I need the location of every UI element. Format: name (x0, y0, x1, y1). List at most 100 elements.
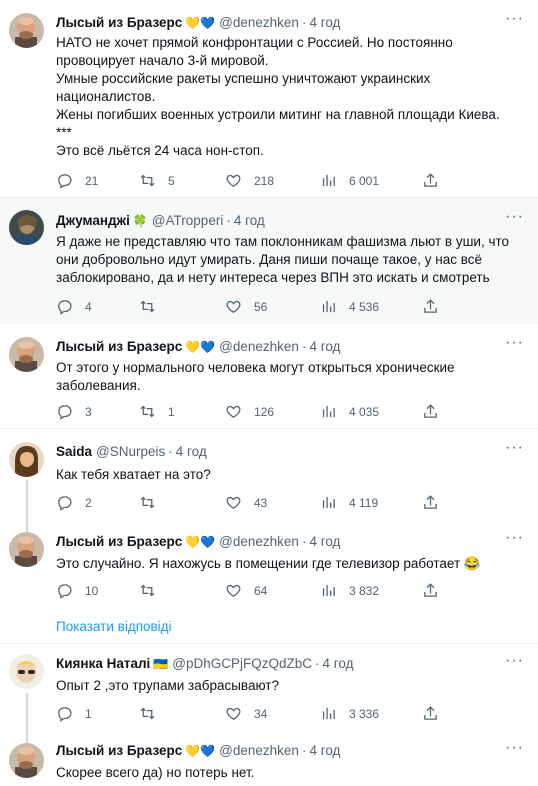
timestamp[interactable]: 4 год (309, 534, 340, 549)
author-handle[interactable]: @denezhken (219, 534, 299, 549)
reply-button[interactable]: 1 (56, 705, 92, 722)
more-icon[interactable]: ··· (505, 529, 524, 547)
share-button[interactable] (422, 494, 439, 511)
avatar[interactable] (9, 210, 44, 245)
tweet[interactable]: Джуманджі 🍀 @ATropperi · 4 год ··· Я даж… (0, 198, 538, 323)
like-icon (226, 405, 241, 418)
like-button[interactable]: 126 (225, 403, 274, 420)
author-handle[interactable]: @pDhGCPjFQzQdZbC (172, 656, 312, 671)
tweet[interactable]: Лысый из Бразерс 💛💙 @denezhken · 4 год ·… (0, 0, 538, 197)
more-icon[interactable]: ··· (505, 208, 524, 226)
timestamp[interactable]: 4 год (322, 656, 353, 671)
more-icon[interactable]: ··· (505, 652, 524, 670)
tweet[interactable]: Лысый из Бразерс 💛💙 @denezhken · 4 год ·… (0, 737, 538, 786)
retweet-icon (140, 174, 155, 187)
author-handle[interactable]: @denezhken (219, 743, 299, 758)
views-button[interactable]: 4 035 (320, 403, 379, 420)
views-button[interactable]: 6 001 (320, 172, 379, 189)
author-handle[interactable]: @denezhken (219, 339, 299, 354)
more-icon[interactable]: ··· (505, 10, 524, 28)
more-icon[interactable]: ··· (505, 334, 524, 352)
tweet[interactable]: Лысый из Бразерс 💛💙 @denezhken · 4 год ·… (0, 324, 538, 428)
author-handle[interactable]: @ATropperi (152, 213, 223, 228)
views-button[interactable]: 3 832 (320, 582, 379, 599)
name-emoji: 🇺🇦 (153, 656, 169, 671)
author-handle[interactable]: @denezhken (219, 15, 299, 30)
retweet-button[interactable] (139, 582, 156, 599)
tweet[interactable]: Киянка Наталі 🇺🇦 @pDhGCPjFQzQdZbC · 4 го… (0, 644, 538, 737)
retweet-button[interactable] (139, 494, 156, 511)
like-button[interactable]: 218 (225, 172, 274, 189)
tweet-text-line: Скорее всего да) но потерь нет. (56, 765, 255, 780)
reply-count: 3 (85, 404, 92, 419)
like-count: 64 (254, 583, 268, 598)
reply-button[interactable]: 21 (56, 172, 98, 189)
tweet-text: Я даже не представляю что там поклонника… (56, 233, 526, 287)
share-icon (424, 173, 437, 187)
views-count: 4 035 (349, 404, 380, 419)
reply-button[interactable]: 10 (56, 582, 98, 599)
views-button[interactable]: 4 119 (320, 494, 378, 511)
retweet-button[interactable]: 5 (139, 172, 175, 189)
share-button[interactable] (422, 705, 439, 722)
share-button[interactable] (422, 298, 439, 315)
avatar[interactable] (9, 532, 44, 567)
views-icon (322, 405, 335, 418)
timestamp[interactable]: 4 год (309, 743, 340, 758)
avatar[interactable] (9, 13, 44, 48)
timestamp[interactable]: 4 год (309, 339, 340, 354)
reply-icon (58, 496, 72, 511)
reply-button[interactable]: 4 (56, 298, 92, 315)
like-count: 43 (254, 495, 268, 510)
like-button[interactable]: 64 (225, 582, 267, 599)
tweet-text-line: Жены погибших военных устроили митинг на… (56, 107, 500, 122)
avatar[interactable] (9, 743, 44, 778)
author-name[interactable]: Saida (56, 444, 92, 459)
tweet-text: НАТО не хочет прямой конфронтации с Росс… (56, 34, 526, 160)
retweet-button[interactable] (139, 705, 156, 722)
separator-dot: · (301, 534, 307, 549)
tweet[interactable]: Saida @SNurpeis · 4 год ··· Как тебя хва… (0, 429, 538, 523)
reply-count: 21 (85, 173, 99, 188)
timestamp[interactable]: 4 год (234, 213, 265, 228)
views-button[interactable]: 4 536 (320, 298, 379, 315)
like-icon (226, 300, 241, 313)
author-handle[interactable]: @SNurpeis (96, 444, 165, 459)
tweet-text-line: Это случайно. Я нахожусь в помещении где… (56, 556, 481, 571)
share-button[interactable] (422, 582, 439, 599)
retweet-button[interactable] (139, 298, 156, 315)
tweet-text: Опыт 2 ,это трупами забрасывают? (56, 677, 526, 695)
separator-dot: · (168, 444, 173, 459)
share-button[interactable] (422, 172, 439, 189)
like-button[interactable]: 56 (225, 298, 267, 315)
name-emoji: 💛💙 (185, 534, 216, 549)
views-count: 6 001 (349, 173, 380, 188)
like-button[interactable]: 34 (225, 705, 267, 722)
more-icon[interactable]: ··· (505, 739, 524, 757)
avatar[interactable] (9, 442, 44, 477)
like-button[interactable]: 43 (225, 494, 267, 511)
author-name[interactable]: Киянка Наталі (56, 656, 150, 671)
author-name[interactable]: Лысый из Бразерс (56, 15, 182, 30)
reply-button[interactable]: 3 (56, 403, 92, 420)
tweet-text: Скорее всего да) но потерь нет. (56, 764, 526, 782)
avatar[interactable] (9, 654, 44, 689)
reply-button[interactable]: 2 (56, 494, 92, 511)
show-replies-link[interactable]: Показати відповіді (56, 619, 172, 634)
timestamp[interactable]: 4 год (309, 15, 340, 30)
avatar[interactable] (9, 337, 44, 372)
reply-count: 10 (85, 583, 99, 598)
author-name[interactable]: Лысый из Бразерс (56, 743, 182, 758)
author-name[interactable]: Джуманджі (56, 213, 130, 228)
retweet-icon (140, 707, 155, 720)
author-name[interactable]: Лысый из Бразерс (56, 339, 182, 354)
more-icon[interactable]: ··· (505, 439, 524, 457)
retweet-count: 1 (168, 404, 175, 419)
views-button[interactable]: 3 336 (320, 705, 379, 722)
timestamp[interactable]: 4 год (176, 444, 207, 459)
views-count: 3 832 (349, 583, 380, 598)
retweet-icon (140, 584, 155, 597)
share-button[interactable] (422, 403, 439, 420)
retweet-button[interactable]: 1 (139, 403, 175, 420)
author-name[interactable]: Лысый из Бразерс (56, 534, 182, 549)
